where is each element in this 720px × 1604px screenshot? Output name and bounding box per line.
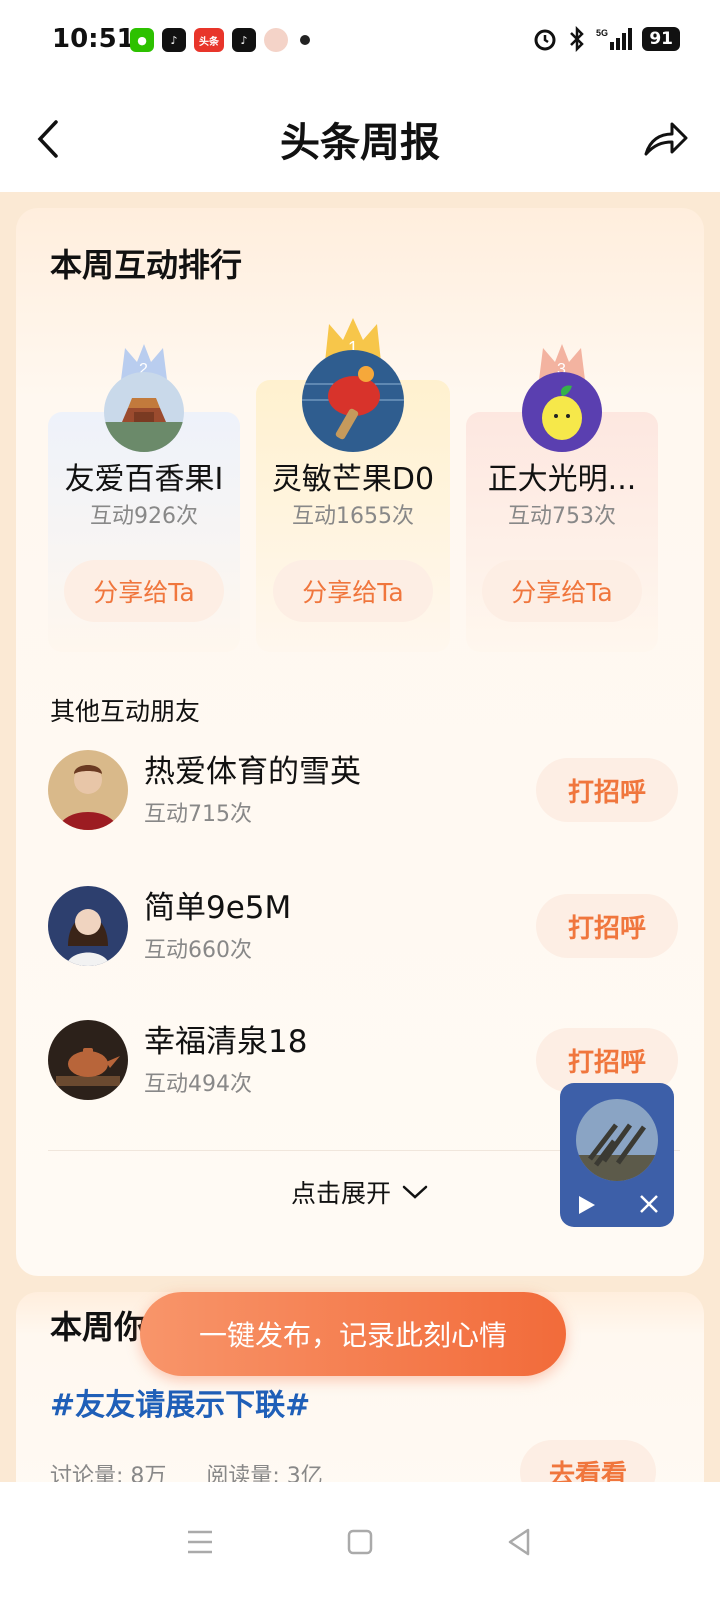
battery-indicator: 91 — [642, 27, 680, 51]
podium-name: 灵敏芒果D0 — [271, 462, 435, 497]
woman-portrait-photo-icon — [48, 886, 128, 966]
system-nav-bar — [0, 1482, 720, 1604]
expand-label: 点击展开 — [290, 1179, 391, 1208]
floating-video-player[interactable] — [560, 1083, 674, 1227]
podium-name: 正大光明... — [487, 462, 637, 497]
play-icon[interactable] — [574, 1193, 598, 1217]
page-title: 头条周报 — [280, 120, 440, 166]
status-indicators: 5G 91 — [532, 26, 680, 52]
wechat-icon: ● — [130, 28, 154, 52]
back-nav-icon[interactable] — [500, 1522, 540, 1562]
douyin-icon-2: ♪ — [232, 28, 256, 52]
share-icon[interactable] — [640, 114, 690, 164]
header: 头条周报 — [0, 84, 720, 192]
avatar[interactable] — [522, 372, 602, 452]
avatar[interactable] — [48, 1020, 128, 1100]
network-label: 5G — [596, 28, 608, 38]
lemon-cartoon-icon — [522, 372, 602, 452]
woman-red-shawl-photo-icon — [48, 750, 128, 830]
friend-count: 互动660次 — [144, 938, 252, 963]
avatar[interactable] — [302, 350, 404, 452]
signal-5g-icon: 5G — [596, 28, 633, 50]
bluetooth-icon — [570, 26, 585, 52]
status-time: 10:51 — [52, 24, 135, 54]
friend-count: 互动494次 — [144, 1072, 252, 1097]
ranking-title: 本周互动排行 — [50, 246, 243, 284]
palace-photo-icon — [104, 372, 184, 452]
say-hello-button[interactable]: 打招呼 — [536, 894, 678, 958]
douyin-icon: ♪ — [162, 28, 186, 52]
avatar[interactable] — [48, 886, 128, 966]
topic-tag-link[interactable]: #友友请展示下联# — [50, 1380, 310, 1424]
status-app-icons: ● ♪ 头条 ♪ — [130, 28, 310, 52]
chevron-down-icon — [402, 1185, 428, 1199]
podium-count: 互动1655次 — [292, 504, 414, 529]
avatar[interactable] — [104, 372, 184, 452]
menu-icon[interactable] — [180, 1522, 220, 1562]
podium-count: 互动753次 — [508, 504, 616, 529]
toutiao-icon: 头条 — [194, 28, 224, 52]
status-bar: 10:51 ● ♪ 头条 ♪ 5G 91 — [0, 0, 720, 84]
podium-rank-1: 1 灵敏芒果D0 互动1655次 分享给Ta — [256, 318, 450, 652]
ping-pong-photo-icon — [302, 350, 404, 452]
friend-name: 简单9e5M — [144, 890, 292, 926]
friend-name: 热爱体育的雪英 — [144, 754, 361, 790]
others-title: 其他互动朋友 — [50, 697, 201, 726]
list-item[interactable]: 热爱体育的雪英 互动715次 打招呼 — [48, 746, 678, 846]
podium-rank-3: 3 正大光明... 互动753次 分享给Ta — [466, 322, 658, 652]
list-item[interactable]: 简单9e5M 互动660次 打招呼 — [48, 882, 678, 982]
share-to-button[interactable]: 分享给Ta — [64, 560, 224, 622]
missile-photo-icon — [576, 1099, 658, 1181]
podium-count: 互动926次 — [90, 504, 198, 529]
friend-count: 互动715次 — [144, 802, 252, 827]
avatar-app-icon — [264, 28, 288, 52]
teapot-photo-icon — [48, 1020, 128, 1100]
close-icon[interactable] — [638, 1193, 660, 1215]
video-thumbnail[interactable] — [576, 1099, 658, 1181]
avatar[interactable] — [48, 750, 128, 830]
friend-name: 幸福清泉18 — [144, 1024, 308, 1060]
topic-card-title: 本周你 — [50, 1308, 147, 1346]
say-hello-button[interactable]: 打招呼 — [536, 758, 678, 822]
share-to-button[interactable]: 分享给Ta — [482, 560, 642, 622]
share-to-button[interactable]: 分享给Ta — [273, 560, 433, 622]
more-notifications-dot — [300, 35, 310, 45]
publish-button[interactable]: 一键发布，记录此刻心情 — [140, 1292, 566, 1376]
home-icon[interactable] — [340, 1522, 380, 1562]
alarm-icon — [534, 29, 556, 51]
podium-rank-2: 2 友爱百香果I 互动926次 分享给Ta — [48, 322, 240, 652]
podium-name: 友爱百香果I — [64, 462, 224, 497]
